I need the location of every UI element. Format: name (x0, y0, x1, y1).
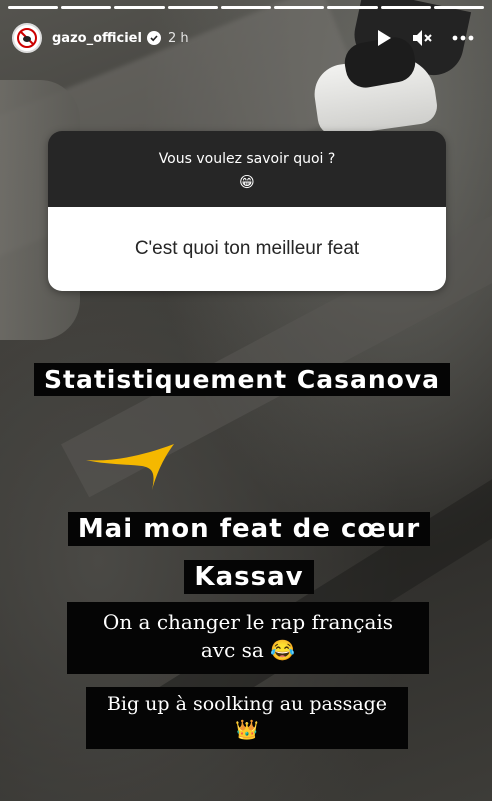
avatar[interactable] (12, 23, 42, 53)
story-background-photo (0, 0, 492, 801)
story-progress-bar (8, 6, 484, 9)
story-time: 2 h (167, 30, 189, 46)
caption-line-2a: Mai mon feat de cœur (67, 512, 431, 546)
progress-segment (167, 6, 218, 9)
caption-feat-de-coeur: Mai mon feat de cœur Kassav (44, 505, 454, 601)
progress-segment (274, 6, 325, 9)
question-answer: C'est quoi ton meilleur feat (134, 238, 360, 259)
question-title: Vous voulez savoir quoi ? (158, 151, 336, 167)
avatar-logo-icon (17, 28, 37, 48)
progress-segment (433, 6, 484, 9)
progress-segment (61, 6, 112, 9)
caption-line-3a: On a changer le rap français (102, 610, 394, 634)
progress-segment (327, 6, 378, 9)
caption-big-up: Big up à soolking au passage 👑 (86, 687, 408, 749)
caption-line-4a: Big up à soolking au passage (106, 693, 388, 715)
caption-line-2b: Kassav (184, 560, 314, 594)
check-swoosh-icon (86, 444, 174, 490)
caption-line-4b: 👑 (235, 719, 259, 741)
caption-rap-francais: On a changer le rap français avc sa 😂 (67, 602, 429, 674)
question-answer-area: C'est quoi ton meilleur feat (48, 207, 446, 291)
caption-statistiquement: Statistiquement Casanova (34, 363, 450, 396)
play-icon[interactable] (376, 29, 392, 47)
caption-line-1: Statistiquement Casanova (34, 363, 450, 396)
caption-line-3b: avc sa 😂 (200, 638, 296, 662)
progress-segment (380, 6, 431, 9)
mute-icon[interactable] (412, 29, 432, 47)
progress-segment (114, 6, 165, 9)
progress-segment (8, 6, 59, 9)
question-sticker[interactable]: Vous voulez savoir quoi ? 😁 C'est quoi t… (48, 131, 446, 291)
verified-badge-icon (146, 31, 161, 45)
more-icon[interactable] (452, 35, 474, 41)
username[interactable]: gazo_officiel (52, 31, 142, 46)
question-sticker-header: Vous voulez savoir quoi ? 😁 (48, 131, 446, 207)
story-header: gazo_officiel 2 h (12, 22, 482, 54)
question-emoji: 😁 (239, 173, 255, 191)
progress-segment (220, 6, 272, 9)
